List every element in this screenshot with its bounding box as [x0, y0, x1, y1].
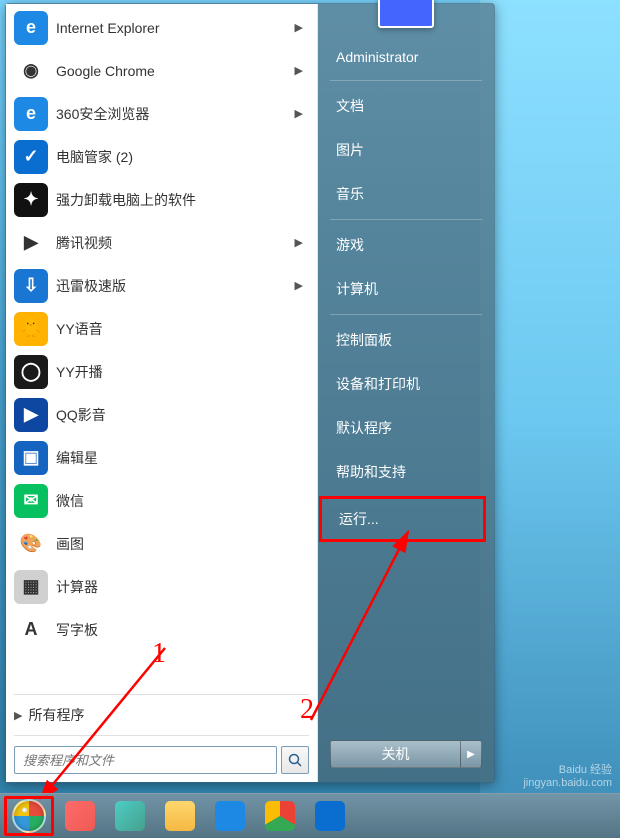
- windows-logo-icon: [12, 799, 46, 833]
- app-icon: ✉: [14, 484, 48, 518]
- link-run[interactable]: 运行...: [319, 496, 486, 542]
- chevron-right-icon: ▶: [295, 279, 303, 292]
- chrome-icon-glyph: [265, 801, 295, 831]
- program-label: 写字板: [56, 620, 309, 640]
- chevron-right-icon: ▶: [295, 236, 303, 249]
- user-name[interactable]: Administrator: [322, 39, 490, 75]
- program-label: Google Chrome: [56, 63, 295, 79]
- app-icon: ▣: [14, 441, 48, 475]
- program-label: 迅雷极速版: [56, 276, 295, 296]
- program-item[interactable]: ▶ QQ影音: [6, 393, 317, 436]
- app-icon: ◯: [14, 355, 48, 389]
- program-item[interactable]: ⇩ 迅雷极速版▶: [6, 264, 317, 307]
- program-label: Internet Explorer: [56, 20, 295, 36]
- program-item[interactable]: 🎨 画图: [6, 522, 317, 565]
- chevron-right-icon: ▶: [467, 749, 475, 760]
- app-icon: ▦: [14, 570, 48, 604]
- app-icon: ✦: [14, 183, 48, 217]
- app-icon: e: [14, 97, 48, 131]
- link-pictures[interactable]: 图片: [322, 130, 490, 170]
- security-icon[interactable]: [306, 797, 354, 835]
- app-icon-1[interactable]: [56, 797, 104, 835]
- security-icon-glyph: [315, 801, 345, 831]
- search-icon: [287, 752, 303, 768]
- shutdown-button[interactable]: 关机: [330, 740, 460, 768]
- program-item[interactable]: 🐥 YY语音: [6, 307, 317, 350]
- program-label: 360安全浏览器: [56, 104, 295, 124]
- separator: [330, 314, 482, 315]
- browser-icon-glyph: [215, 801, 245, 831]
- separator: [330, 80, 482, 81]
- app-icon-2[interactable]: [106, 797, 154, 835]
- app-icon-2-glyph: [115, 801, 145, 831]
- program-label: QQ影音: [56, 405, 309, 425]
- all-programs-button[interactable]: ▶ 所有程序: [6, 697, 317, 733]
- program-item[interactable]: ▶腾讯视频▶: [6, 221, 317, 264]
- app-icon: ▶: [14, 226, 48, 260]
- search-button[interactable]: [281, 746, 309, 774]
- taskbar-icons: [56, 797, 354, 835]
- program-item[interactable]: A 写字板: [6, 608, 317, 651]
- program-label: YY开播: [56, 362, 309, 382]
- chevron-right-icon: ▶: [14, 709, 22, 722]
- program-label: 腾讯视频: [56, 233, 295, 253]
- program-item[interactable]: ✓ 电脑管家 (2): [6, 135, 317, 178]
- app-icon: ▶: [14, 398, 48, 432]
- link-control-panel[interactable]: 控制面板: [322, 320, 490, 360]
- app-icon: A: [14, 613, 48, 647]
- app-icon: 🐥: [14, 312, 48, 346]
- link-help[interactable]: 帮助和支持: [322, 452, 490, 492]
- shutdown-row: 关机 ▶: [322, 734, 490, 774]
- link-music[interactable]: 音乐: [322, 174, 490, 214]
- program-label: 微信: [56, 491, 309, 511]
- program-label: 电脑管家 (2): [56, 147, 309, 167]
- program-item[interactable]: ▦ 计算器: [6, 565, 317, 608]
- start-menu-left-panel: eInternet Explorer▶◉Google Chrome▶e360安全…: [6, 4, 318, 782]
- shutdown-options-button[interactable]: ▶: [460, 740, 482, 768]
- app-icon-1-glyph: [65, 801, 95, 831]
- folder-icon[interactable]: [156, 797, 204, 835]
- chevron-right-icon: ▶: [295, 64, 303, 77]
- chrome-icon[interactable]: [256, 797, 304, 835]
- watermark: Baidu 经验 jingyan.baidu.com: [523, 764, 612, 790]
- separator: [14, 735, 309, 736]
- program-label: 编辑星: [56, 448, 309, 468]
- program-list: eInternet Explorer▶◉Google Chrome▶e360安全…: [6, 4, 317, 692]
- start-button[interactable]: [4, 796, 54, 836]
- program-label: 强力卸载电脑上的软件: [56, 190, 309, 210]
- program-label: 画图: [56, 534, 309, 554]
- app-icon: ⇩: [14, 269, 48, 303]
- link-games[interactable]: 游戏: [322, 225, 490, 265]
- program-item[interactable]: e 360安全浏览器▶: [6, 92, 317, 135]
- separator: [330, 219, 482, 220]
- user-picture[interactable]: [378, 0, 434, 28]
- program-label: YY语音: [56, 319, 309, 339]
- program-item[interactable]: ◯ YY开播: [6, 350, 317, 393]
- app-icon: e: [14, 11, 48, 45]
- separator: [14, 694, 309, 695]
- program-label: 计算器: [56, 577, 309, 597]
- program-item[interactable]: ✉ 微信: [6, 479, 317, 522]
- taskbar: [0, 793, 620, 838]
- app-icon: ◉: [14, 54, 48, 88]
- search-area: [6, 738, 317, 782]
- program-item[interactable]: ◉ Google Chrome▶: [6, 49, 317, 92]
- app-icon: 🎨: [14, 527, 48, 561]
- start-menu-right-panel: Administrator 文档 图片 音乐 游戏 计算机 控制面板 设备和打印…: [318, 4, 494, 782]
- search-input[interactable]: [14, 746, 277, 774]
- app-icon: ✓: [14, 140, 48, 174]
- program-item[interactable]: ▣ 编辑星: [6, 436, 317, 479]
- program-item[interactable]: ✦ 强力卸载电脑上的软件: [6, 178, 317, 221]
- link-devices[interactable]: 设备和打印机: [322, 364, 490, 404]
- program-item[interactable]: e Internet Explorer▶: [6, 6, 317, 49]
- all-programs-label: 所有程序: [28, 705, 309, 725]
- link-computer[interactable]: 计算机: [322, 269, 490, 309]
- chevron-right-icon: ▶: [295, 107, 303, 120]
- link-default-programs[interactable]: 默认程序: [322, 408, 490, 448]
- chevron-right-icon: ▶: [295, 21, 303, 34]
- browser-icon[interactable]: [206, 797, 254, 835]
- link-documents[interactable]: 文档: [322, 86, 490, 126]
- folder-icon-glyph: [165, 801, 195, 831]
- start-menu: eInternet Explorer▶◉Google Chrome▶e360安全…: [5, 3, 495, 783]
